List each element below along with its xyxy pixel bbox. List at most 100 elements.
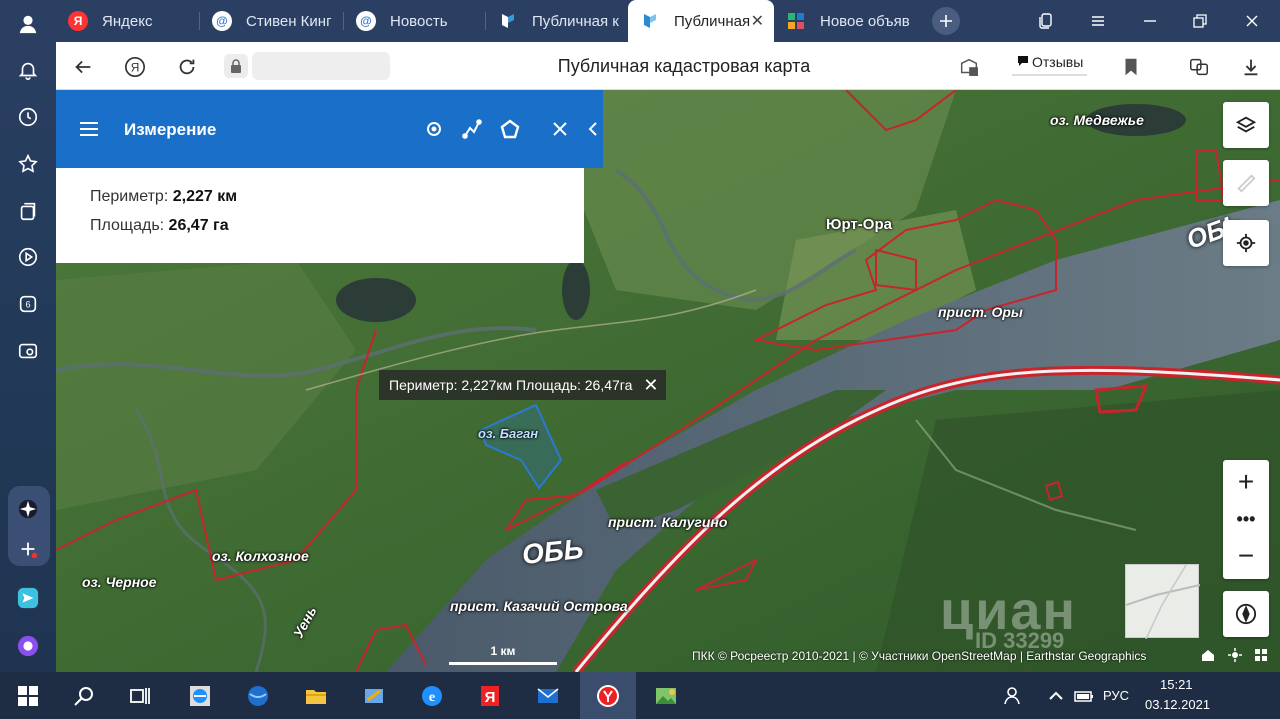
back-button[interactable]: [70, 54, 96, 80]
reviews-label: Отзывы: [1032, 54, 1084, 70]
clock-date[interactable]: 03.12.2021: [1145, 697, 1210, 712]
scale-bar: [449, 662, 557, 665]
minimize-button[interactable]: [1136, 8, 1164, 34]
language-indicator[interactable]: РУС: [1103, 688, 1129, 703]
rosreestr-favicon-icon: [498, 11, 518, 31]
reload-button[interactable]: [174, 54, 200, 80]
video-play-icon[interactable]: [12, 241, 44, 273]
area-row: Площадь: 26,47 га: [90, 217, 229, 235]
measure-tooltip: Периметр: 2,227км Площадь: 26,47га ✕: [379, 370, 667, 400]
menu-icon[interactable]: [1084, 8, 1112, 34]
map-scale: 1 км: [449, 644, 557, 665]
restore-button[interactable]: [1186, 8, 1214, 34]
tab-label: Новое объяв: [820, 12, 910, 30]
photos-app-icon[interactable]: [650, 680, 682, 712]
map-attribution: ПКК © Росреестр 2010-2021 | © Участники …: [692, 649, 1147, 663]
url-field[interactable]: [252, 52, 390, 80]
tab-bar: Я Яндекс @ Стивен Кинг @ Новость Публичн…: [56, 0, 1280, 42]
ie-app-icon[interactable]: [184, 680, 216, 712]
hamburger-menu-icon[interactable]: [78, 118, 100, 140]
polygon-tool-icon[interactable]: [499, 118, 521, 140]
profile-icon[interactable]: [12, 8, 44, 40]
north-compass-button[interactable]: [1223, 591, 1269, 637]
screenshot-camera-icon[interactable]: [12, 335, 44, 367]
tooltip-text: Периметр: 2,227км Площадь: 26,47га: [389, 377, 633, 393]
zoom-in-button[interactable]: +: [1223, 462, 1269, 502]
tab-stephen-king[interactable]: @ Стивен Кинг: [200, 0, 344, 42]
bookmark-icon[interactable]: [1118, 54, 1144, 80]
map-label-prist-ory: прист. Оры: [938, 304, 1023, 320]
extensions-icon[interactable]: [956, 54, 982, 80]
area-label: Площадь:: [90, 217, 165, 234]
address-bar: Я Публичная кадастровая карта Отзывы: [56, 42, 1280, 90]
people-icon[interactable]: [998, 680, 1030, 712]
tab-public-map-1[interactable]: Публичная к: [486, 0, 628, 42]
layers-button[interactable]: [1223, 102, 1269, 148]
compass-star-icon[interactable]: [12, 493, 44, 525]
perimeter-row: Периметр: 2,227 км: [90, 188, 237, 206]
tab-list-icon[interactable]: [1032, 8, 1060, 34]
new-tab-button[interactable]: [932, 7, 960, 35]
lock-icon[interactable]: [224, 54, 248, 78]
battery-icon[interactable]: [1068, 680, 1100, 712]
locate-button[interactable]: [1223, 220, 1269, 266]
close-window-button[interactable]: [1238, 8, 1266, 34]
speech-bubble-icon: [1016, 54, 1030, 71]
globe-app-icon[interactable]: [242, 680, 274, 712]
mail-app-icon[interactable]: [532, 680, 564, 712]
edge-legacy-icon[interactable]: e: [416, 680, 448, 712]
messenger-icon[interactable]: [12, 582, 44, 614]
cian-favicon-icon: [786, 11, 806, 31]
perimeter-value: 2,227 км: [172, 188, 238, 205]
download-icon[interactable]: [1238, 54, 1264, 80]
yandex-browser-icon[interactable]: [592, 680, 624, 712]
map-label-prist-kalugino: прист. Калугино: [608, 514, 728, 530]
alice-assistant-icon[interactable]: [12, 630, 44, 662]
yandex-logo-icon[interactable]: Я: [122, 54, 148, 80]
tab-label: Публичная к: [532, 12, 619, 30]
page-title: Публичная кадастровая карта: [557, 56, 811, 76]
translate-icon[interactable]: [1186, 54, 1212, 80]
reviews-button[interactable]: Отзывы: [1012, 50, 1088, 76]
notifications-icon[interactable]: [12, 54, 44, 86]
zoom-out-button[interactable]: −: [1223, 536, 1269, 576]
yandex-app-icon[interactable]: Я: [474, 680, 506, 712]
close-measure-icon[interactable]: [549, 118, 571, 140]
svg-text:6: 6: [25, 300, 30, 310]
close-tooltip-icon[interactable]: ✕: [643, 375, 658, 396]
svg-text:e: e: [429, 690, 435, 705]
windows-start-icon[interactable]: [12, 680, 44, 712]
collapse-panel-icon[interactable]: [582, 118, 604, 140]
map-label-lake-bagan: оз. Баган: [478, 426, 539, 441]
line-tool-icon[interactable]: [461, 118, 483, 140]
point-tool-icon[interactable]: [423, 118, 445, 140]
measure-title: Измерение: [124, 120, 217, 139]
search-icon[interactable]: [68, 680, 100, 712]
tab-new-listing[interactable]: Новое объяв: [774, 0, 924, 42]
area-value: 26,47 га: [168, 217, 229, 234]
grid-icon[interactable]: [1254, 648, 1268, 667]
map-label-prist-kazachy: прист. Казачий Острова: [450, 598, 628, 614]
tab-public-map-active[interactable]: Публичная ✕: [628, 0, 774, 42]
map-label-ob-main: ОБЬ: [520, 532, 585, 571]
more-options-icon[interactable]: •••: [1223, 500, 1269, 538]
clock-time[interactable]: 15:21: [1160, 677, 1193, 692]
tab-news[interactable]: @ Новость: [344, 0, 486, 42]
file-explorer-icon[interactable]: [300, 680, 332, 712]
tab-yandex[interactable]: Я Яндекс: [56, 0, 200, 42]
crosshair-icon[interactable]: [1228, 648, 1242, 667]
minimap[interactable]: [1125, 564, 1201, 640]
close-tab-icon[interactable]: ✕: [751, 11, 764, 31]
badge-six-icon[interactable]: 6: [12, 288, 44, 320]
ruler-button[interactable]: [1223, 160, 1269, 206]
paint-app-icon[interactable]: [358, 680, 390, 712]
home-icon[interactable]: [1201, 648, 1215, 667]
map-label-lake-chernoe: оз. Черное: [82, 574, 157, 590]
collections-icon[interactable]: [12, 195, 44, 227]
history-icon[interactable]: [12, 101, 44, 133]
rosreestr-favicon-icon: [640, 11, 660, 31]
bookmarks-star-icon[interactable]: [12, 148, 44, 180]
task-view-icon[interactable]: [124, 680, 156, 712]
add-panel-icon[interactable]: [12, 533, 44, 565]
svg-text:Я: Я: [485, 689, 496, 706]
